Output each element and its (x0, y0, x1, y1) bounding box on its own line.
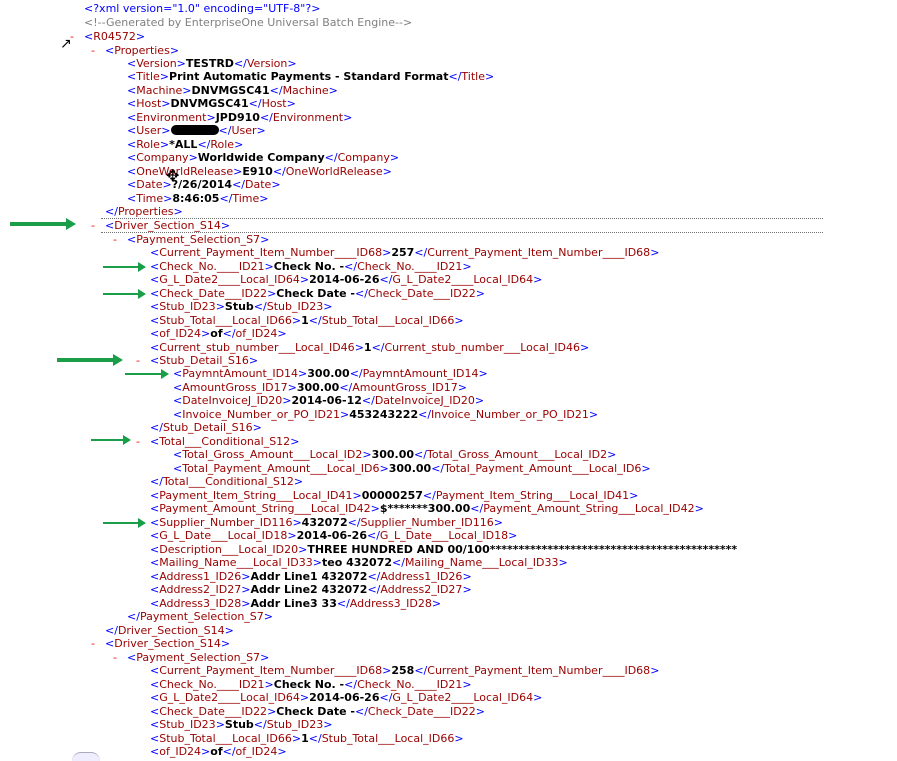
check-date-2: <Check_Date___ID22>Check Date -</Check_D… (150, 705, 485, 718)
highlight-arrow-icon (103, 262, 146, 272)
stub-2: <Stub_ID23>Stub</Stub_ID23> (150, 718, 333, 731)
current-payment-item-number: <Current_Payment_Item_Number____ID68>257… (150, 246, 660, 259)
date-invoice: <DateInvoiceJ_ID20>2014-06-12</DateInvoi… (173, 394, 485, 407)
highlight-arrow-icon (10, 218, 76, 230)
check-date: <Check_Date___ID22>Check Date -</Check_D… (150, 287, 485, 300)
payment-selection-open-2[interactable]: - <Payment_Selection_S7> (113, 651, 269, 664)
collapse-toggle[interactable]: - (113, 233, 127, 246)
collapse-toggle[interactable]: - (136, 435, 150, 448)
prop-role: <Role>*ALL</Role> (127, 138, 244, 151)
stub-total-2: <Stub_Total___Local_ID66>1</Stub_Total__… (150, 732, 464, 745)
prop-date: <Date>?/26/2014</Date> (127, 178, 281, 191)
partial-scroll-widget (72, 752, 100, 761)
gl-date2: <G_L_Date2____Local_ID64>2014-06-26</G_L… (150, 273, 543, 286)
of-id24-2: <of_ID24>of</of_ID24> (150, 745, 287, 758)
supplier-number: <Supplier_Number_ID116>432072</Supplier_… (150, 516, 503, 529)
prop-environment: <Environment>JPD910</Environment> (127, 111, 353, 124)
collapse-toggle[interactable]: - (70, 30, 84, 43)
highlight-arrow-icon (103, 289, 146, 299)
xml-viewer: <?xml version="1.0" encoding="UTF-8"?> <… (0, 0, 897, 761)
payment-amount-string: <Payment_Amount_String___Local_ID42>$***… (150, 502, 704, 515)
mailing-name: <Mailing_Name___Local_ID33>teo 432072</M… (150, 556, 568, 569)
payment-item-string: <Payment_Item_String___Local_ID41>000002… (150, 489, 639, 502)
collapse-toggle[interactable]: - (91, 219, 105, 232)
collapse-toggle[interactable]: - (91, 637, 105, 650)
invoice-number: <Invoice_Number_or_PO_ID21>453243222</In… (173, 408, 599, 421)
collapse-toggle[interactable]: - (136, 354, 150, 367)
driver-section-open-2[interactable]: - <Driver_Section_S14> (91, 637, 230, 650)
xml-comment: <!--Generated by EnterpriseOne Universal… (84, 16, 413, 29)
stub: <Stub_ID23>Stub</Stub_ID23> (150, 300, 333, 313)
address1: <Address1_ID26>Addr Line1 432072</Addres… (150, 570, 472, 583)
description: <Description___Local_ID20>THREE HUNDRED … (150, 543, 738, 556)
collapse-toggle[interactable]: - (113, 651, 127, 664)
total-payment-amount: <Total_Payment_Amount___Local_ID6>300.00… (173, 462, 651, 475)
address3: <Address3_ID28>Addr Line3 33</Address3_I… (150, 597, 442, 610)
redaction-mark (170, 125, 219, 135)
driver-section-close: </Driver_Section_S14> (105, 624, 234, 637)
total-gross-amount: <Total_Gross_Amount___Local_ID2>300.00</… (173, 448, 617, 461)
stub-total: <Stub_Total___Local_ID66>1</Stub_Total__… (150, 314, 464, 327)
prop-user: <User> </User> (127, 124, 266, 137)
prop-time: <Time>8:46:05</Time> (127, 192, 269, 205)
current-payment-item-number-2: <Current_Payment_Item_Number____ID68>258… (150, 664, 660, 677)
prop-host: <Host>DNVMGSC41</Host> (127, 97, 296, 110)
of-id24: <of_ID24>of</of_ID24> (150, 327, 287, 340)
gl-date2-2: <G_L_Date2____Local_ID64>2014-06-26</G_L… (150, 691, 543, 704)
prop-version: <Version>TESTRD</Version> (127, 57, 297, 70)
mouse-pointer-icon: ↗ (60, 36, 72, 52)
payment-selection-close: </Payment_Selection_S7> (127, 610, 273, 623)
gl-date: <G_L_Date___Local_ID18>2014-06-26</G_L_D… (150, 529, 518, 542)
properties-close: </Properties> (105, 205, 183, 218)
amount-gross: <AmountGross_ID17>300.00</AmountGross_ID… (173, 381, 467, 394)
total-conditional-open[interactable]: - <Total___Conditional_S12> (136, 435, 299, 448)
driver-section-open[interactable]: - <Driver_Section_S14> (91, 219, 230, 232)
highlight-arrow-icon (91, 435, 131, 445)
payment-selection-open[interactable]: - <Payment_Selection_S7> (113, 233, 269, 246)
highlight-arrow-icon (125, 369, 169, 379)
check-no: <Check_No.____ID21>Check No. -</Check_No… (150, 260, 472, 273)
prop-title: <Title>Print Automatic Payments - Standa… (127, 70, 495, 83)
properties-open[interactable]: - <Properties> (91, 44, 179, 57)
root-element[interactable]: - <R04572> (70, 30, 145, 43)
collapse-toggle[interactable]: - (91, 44, 105, 57)
highlight-arrow-icon (103, 518, 146, 528)
paymnt-amount: <PaymntAmount_ID14>300.00</PaymntAmount_… (173, 367, 488, 380)
prop-company: <Company>Worldwide Company</Company> (127, 151, 400, 164)
stub-detail-open[interactable]: - <Stub_Detail_S16> (136, 354, 258, 367)
check-no-2: <Check_No.____ID21>Check No. -</Check_No… (150, 678, 472, 691)
xml-declaration: <?xml version="1.0" encoding="UTF-8"?> (84, 2, 321, 15)
prop-machine: <Machine>DNVMGSC41</Machine> (127, 84, 338, 97)
stub-detail-close: </Stub_Detail_S16> (150, 421, 262, 434)
highlight-arrow-icon (57, 354, 123, 366)
move-cursor-icon: ✥ (166, 166, 180, 185)
current-stub-number: <Current_stub_number___Local_ID46>1</Cur… (150, 341, 590, 354)
total-conditional-close: </Total___Conditional_S12> (150, 475, 304, 488)
address2: <Address2_ID27>Addr Line2 432072</Addres… (150, 583, 472, 596)
